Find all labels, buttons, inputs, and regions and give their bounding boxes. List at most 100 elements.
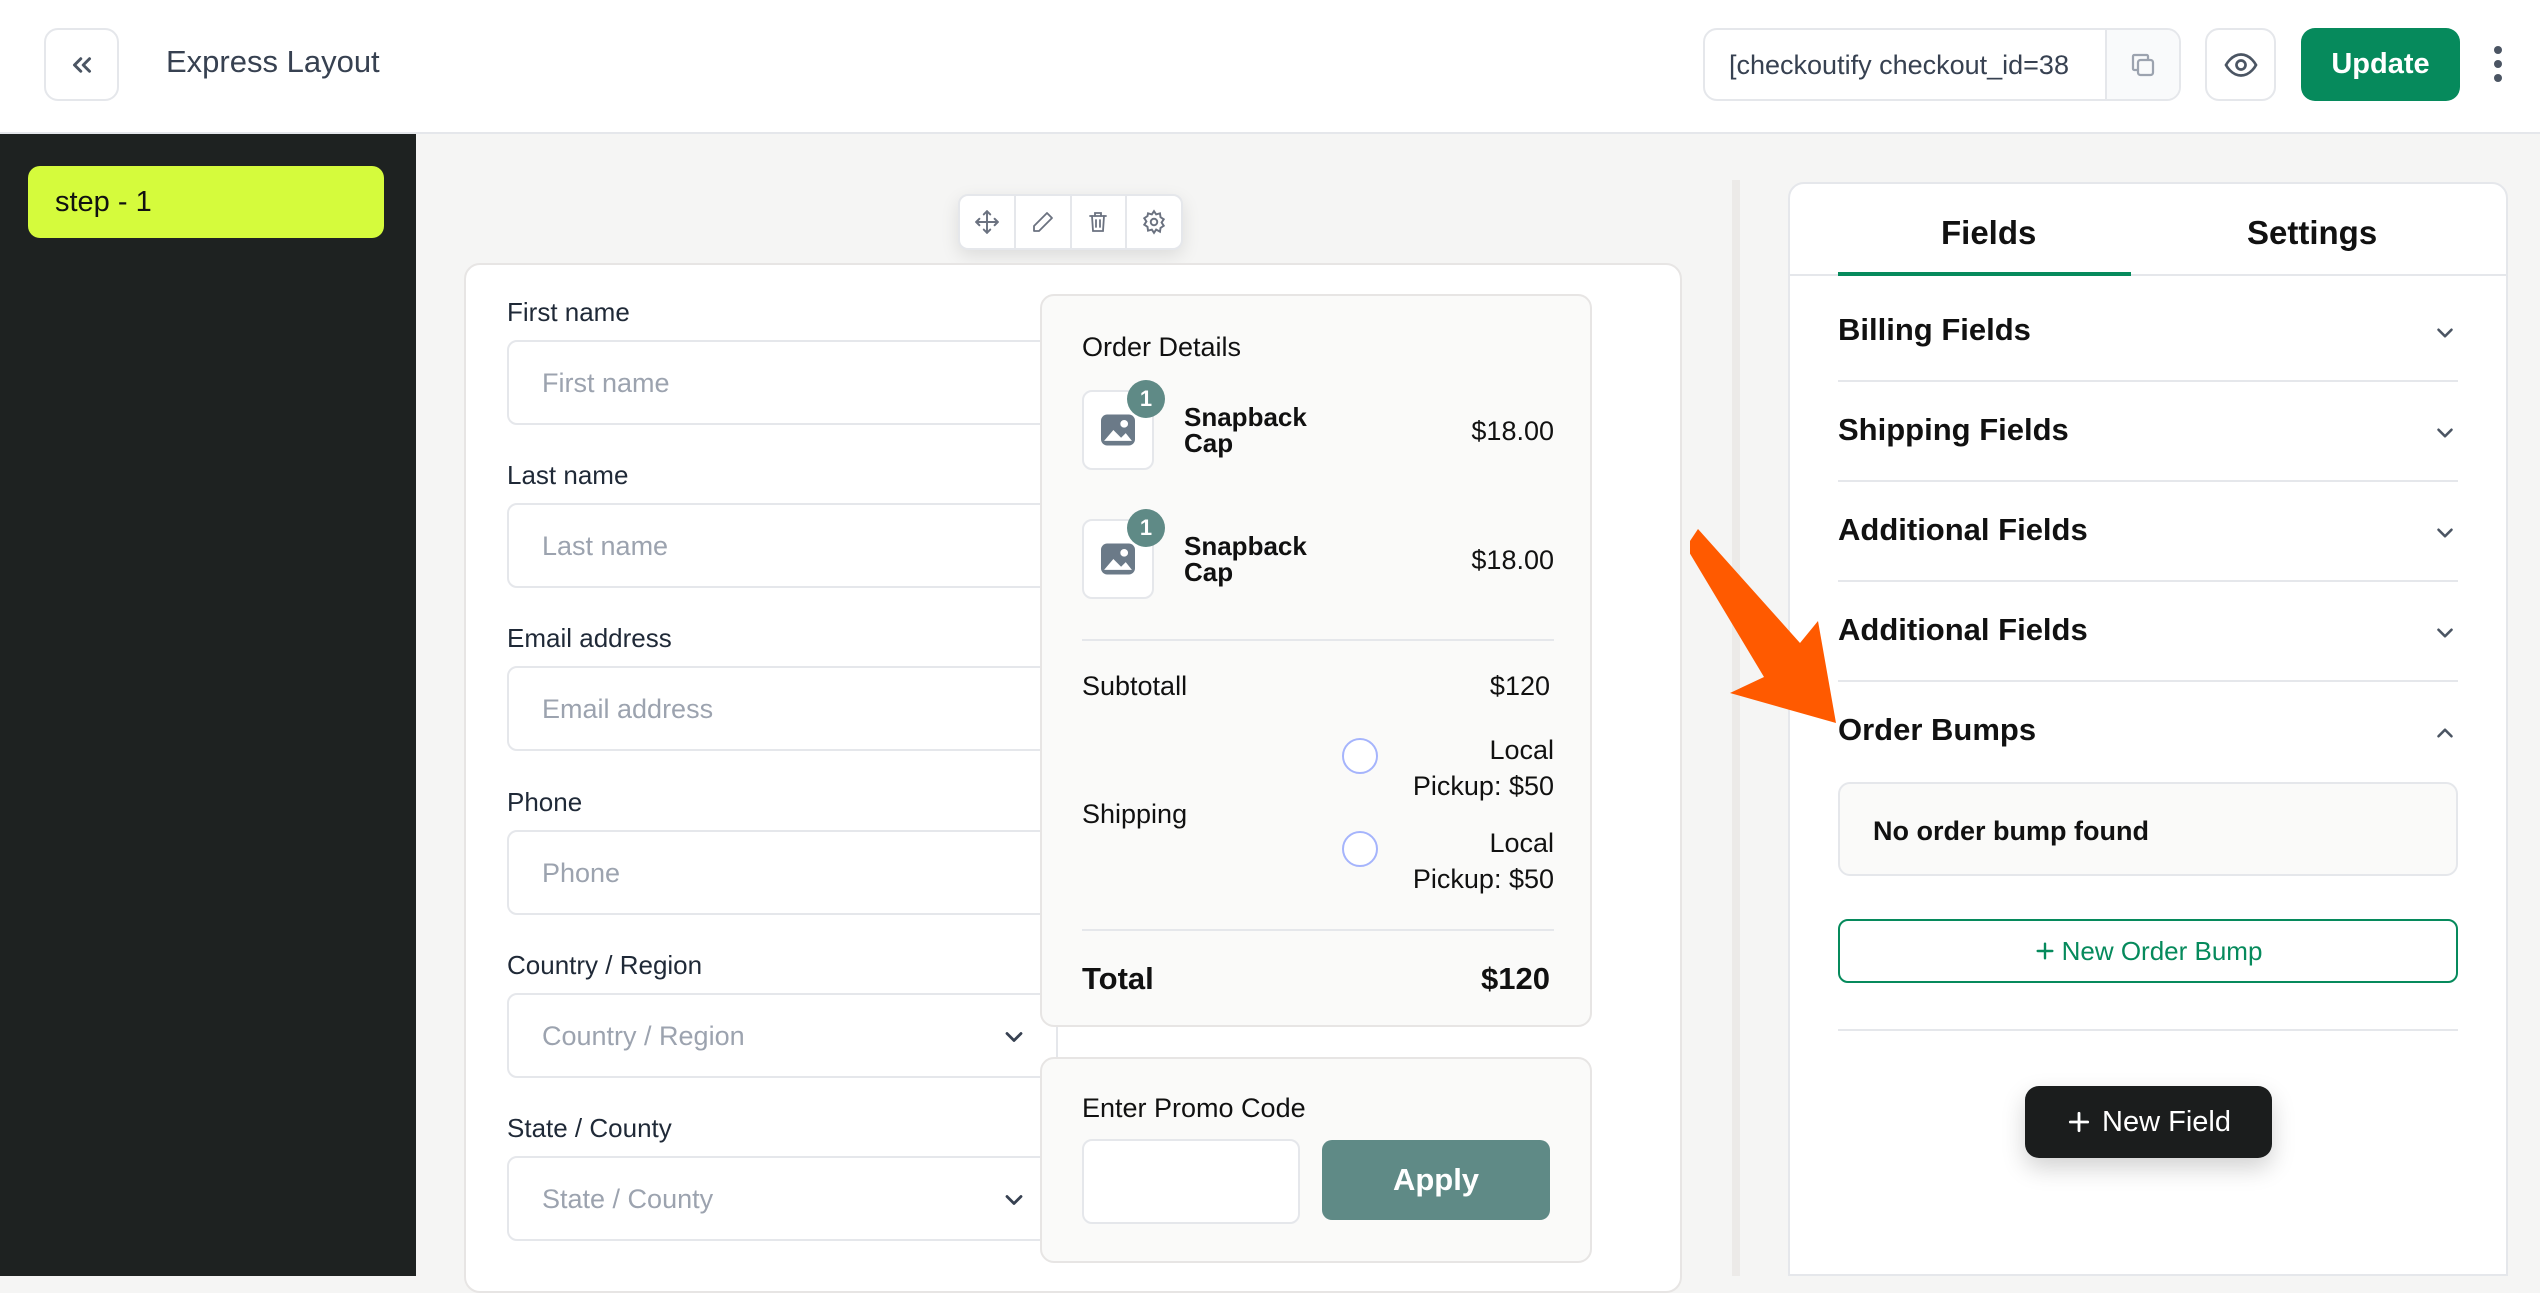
country-select[interactable]: Country / Region <box>507 993 1058 1078</box>
new-order-bump-label: New Order Bump <box>2061 935 2263 966</box>
move-icon <box>975 210 999 234</box>
promo-code-label: Enter Promo Code <box>1082 1093 1306 1123</box>
order-item: 1 Snapback Cap $18.00 <box>1082 380 1554 474</box>
block-toolbar <box>958 194 1183 250</box>
total-label: Total <box>1082 961 1154 996</box>
promo-code-input[interactable] <box>1082 1139 1300 1224</box>
gear-icon <box>1143 209 1166 235</box>
section-title: Shipping Fields <box>1838 412 2069 447</box>
section-title: Additional Fields <box>1838 612 2088 647</box>
product-name: Snapback Cap <box>1184 531 1307 587</box>
chevron-down-icon <box>2437 328 2453 338</box>
empty-order-bump-box: No order bump found <box>1838 782 2458 876</box>
divider <box>1082 639 1554 641</box>
copy-shortcode-button[interactable] <box>2105 30 2179 99</box>
new-field-button[interactable]: New Field <box>2025 1086 2272 1158</box>
more-vertical-icon <box>2494 46 2502 82</box>
top-bar: Express Layout [checkoutify checkout_id=… <box>0 0 2540 134</box>
tab-settings[interactable]: Settings <box>2247 214 2377 252</box>
back-button[interactable] <box>44 28 119 101</box>
step-item[interactable]: step - 1 <box>28 166 384 238</box>
section-shipping-fields[interactable]: Shipping Fields <box>1838 382 2458 482</box>
chevron-up-icon <box>2437 728 2453 738</box>
chevron-down-icon <box>2437 428 2453 438</box>
pencil-icon <box>1032 212 1053 232</box>
quantity-badge: 1 <box>1127 509 1165 547</box>
more-options-button[interactable] <box>2483 36 2513 92</box>
shortcode-text[interactable]: [checkoutify checkout_id=38 <box>1705 30 2105 99</box>
shipping-option-text: Local Pickup: $50 <box>1413 732 1554 804</box>
double-chevron-left-icon <box>72 56 91 73</box>
section-title: Order Bumps <box>1838 712 2037 747</box>
divider <box>1082 929 1554 931</box>
new-field-label: New Field <box>2102 1105 2231 1138</box>
shipping-option-text: Local Pickup: $50 <box>1413 825 1554 897</box>
state-select-value: State / County <box>542 1184 714 1214</box>
section-title: Additional Fields <box>1838 512 2088 547</box>
state-select[interactable]: State / County <box>507 1156 1058 1241</box>
shipping-radio[interactable] <box>1342 738 1378 774</box>
country-select-value: Country / Region <box>542 1021 745 1051</box>
quantity-badge: 1 <box>1127 380 1165 418</box>
subtotal-value: $120 <box>1489 671 1550 701</box>
first-name-label: First name <box>507 297 630 327</box>
update-button[interactable]: Update <box>2301 28 2460 101</box>
order-details-card: Order Details 1 Snapback Cap $18.00 1 Sn… <box>1040 294 1592 1027</box>
last-name-input[interactable]: Last name <box>507 503 1058 588</box>
chevron-down-icon <box>2437 628 2453 638</box>
annotation-arrow-icon <box>1690 529 1836 723</box>
chevron-down-icon <box>1005 1032 1023 1042</box>
section-additional-fields-2[interactable]: Additional Fields <box>1838 582 2458 682</box>
builder-canvas: First name First name Last name Last nam… <box>416 134 1732 1293</box>
product-price: $18.00 <box>1471 416 1554 446</box>
section-title: Billing Fields <box>1838 312 2031 347</box>
total-value: $120 <box>1481 961 1550 996</box>
delete-tool[interactable] <box>1072 196 1128 248</box>
apply-button[interactable]: Apply <box>1322 1140 1550 1220</box>
copy-icon <box>2131 53 2155 76</box>
email-input[interactable]: Email address <box>507 666 1058 751</box>
country-label: Country / Region <box>507 950 703 980</box>
chevron-down-icon <box>1005 1195 1023 1205</box>
image-placeholder-icon <box>1101 414 1135 446</box>
page-title: Express Layout <box>166 44 380 79</box>
move-tool[interactable] <box>960 196 1016 248</box>
order-details-title: Order Details <box>1082 332 1242 362</box>
panel-tabs: Fields Settings <box>1790 184 2506 276</box>
section-order-bumps[interactable]: Order Bumps <box>1838 682 2458 782</box>
shipping-option-line2: Pickup: $50 <box>1412 864 1554 894</box>
plus-icon <box>2068 1111 2090 1133</box>
shipping-radio[interactable] <box>1342 831 1378 867</box>
last-name-label: Last name <box>507 460 629 490</box>
preview-button[interactable] <box>2205 28 2276 101</box>
trash-icon <box>1089 212 1108 232</box>
section-billing-fields[interactable]: Billing Fields <box>1838 282 2458 382</box>
phone-input[interactable]: Phone <box>507 830 1058 915</box>
subtotal-label: Subtotall <box>1082 671 1188 701</box>
chevron-down-icon <box>2437 528 2453 538</box>
order-item: 1 Snapback Cap $18.00 <box>1082 509 1554 603</box>
phone-label: Phone <box>507 787 583 817</box>
shipping-option-line1: Local <box>1489 735 1554 765</box>
empty-order-bump-text: No order bump found <box>1873 816 2149 846</box>
divider <box>1838 1029 2458 1031</box>
settings-tool[interactable] <box>1127 196 1181 248</box>
shortcode-field[interactable]: [checkoutify checkout_id=38 <box>1703 28 2181 101</box>
new-order-bump-button[interactable]: New Order Bump <box>1838 919 2458 983</box>
tab-fields[interactable]: Fields <box>1941 214 2036 252</box>
first-name-input[interactable]: First name <box>507 340 1058 425</box>
shipping-option-line2: Pickup: $50 <box>1412 771 1554 801</box>
fields-panel: Fields Settings Billing Fields Shipping … <box>1788 182 2508 1276</box>
promo-code-card: Enter Promo Code Apply <box>1040 1057 1592 1263</box>
steps-sidebar: step - 1 <box>0 134 416 1276</box>
product-price: $18.00 <box>1471 545 1554 575</box>
image-placeholder-icon <box>1101 543 1135 575</box>
edit-tool[interactable] <box>1016 196 1072 248</box>
shipping-option[interactable]: Local Pickup: $50 <box>1342 732 1554 804</box>
section-additional-fields[interactable]: Additional Fields <box>1838 482 2458 582</box>
shipping-option[interactable]: Local Pickup: $50 <box>1342 825 1554 897</box>
state-label: State / County <box>507 1113 672 1143</box>
plus-icon <box>2036 942 2054 960</box>
eye-icon <box>2223 52 2258 77</box>
shipping-option-line1: Local <box>1489 828 1554 858</box>
